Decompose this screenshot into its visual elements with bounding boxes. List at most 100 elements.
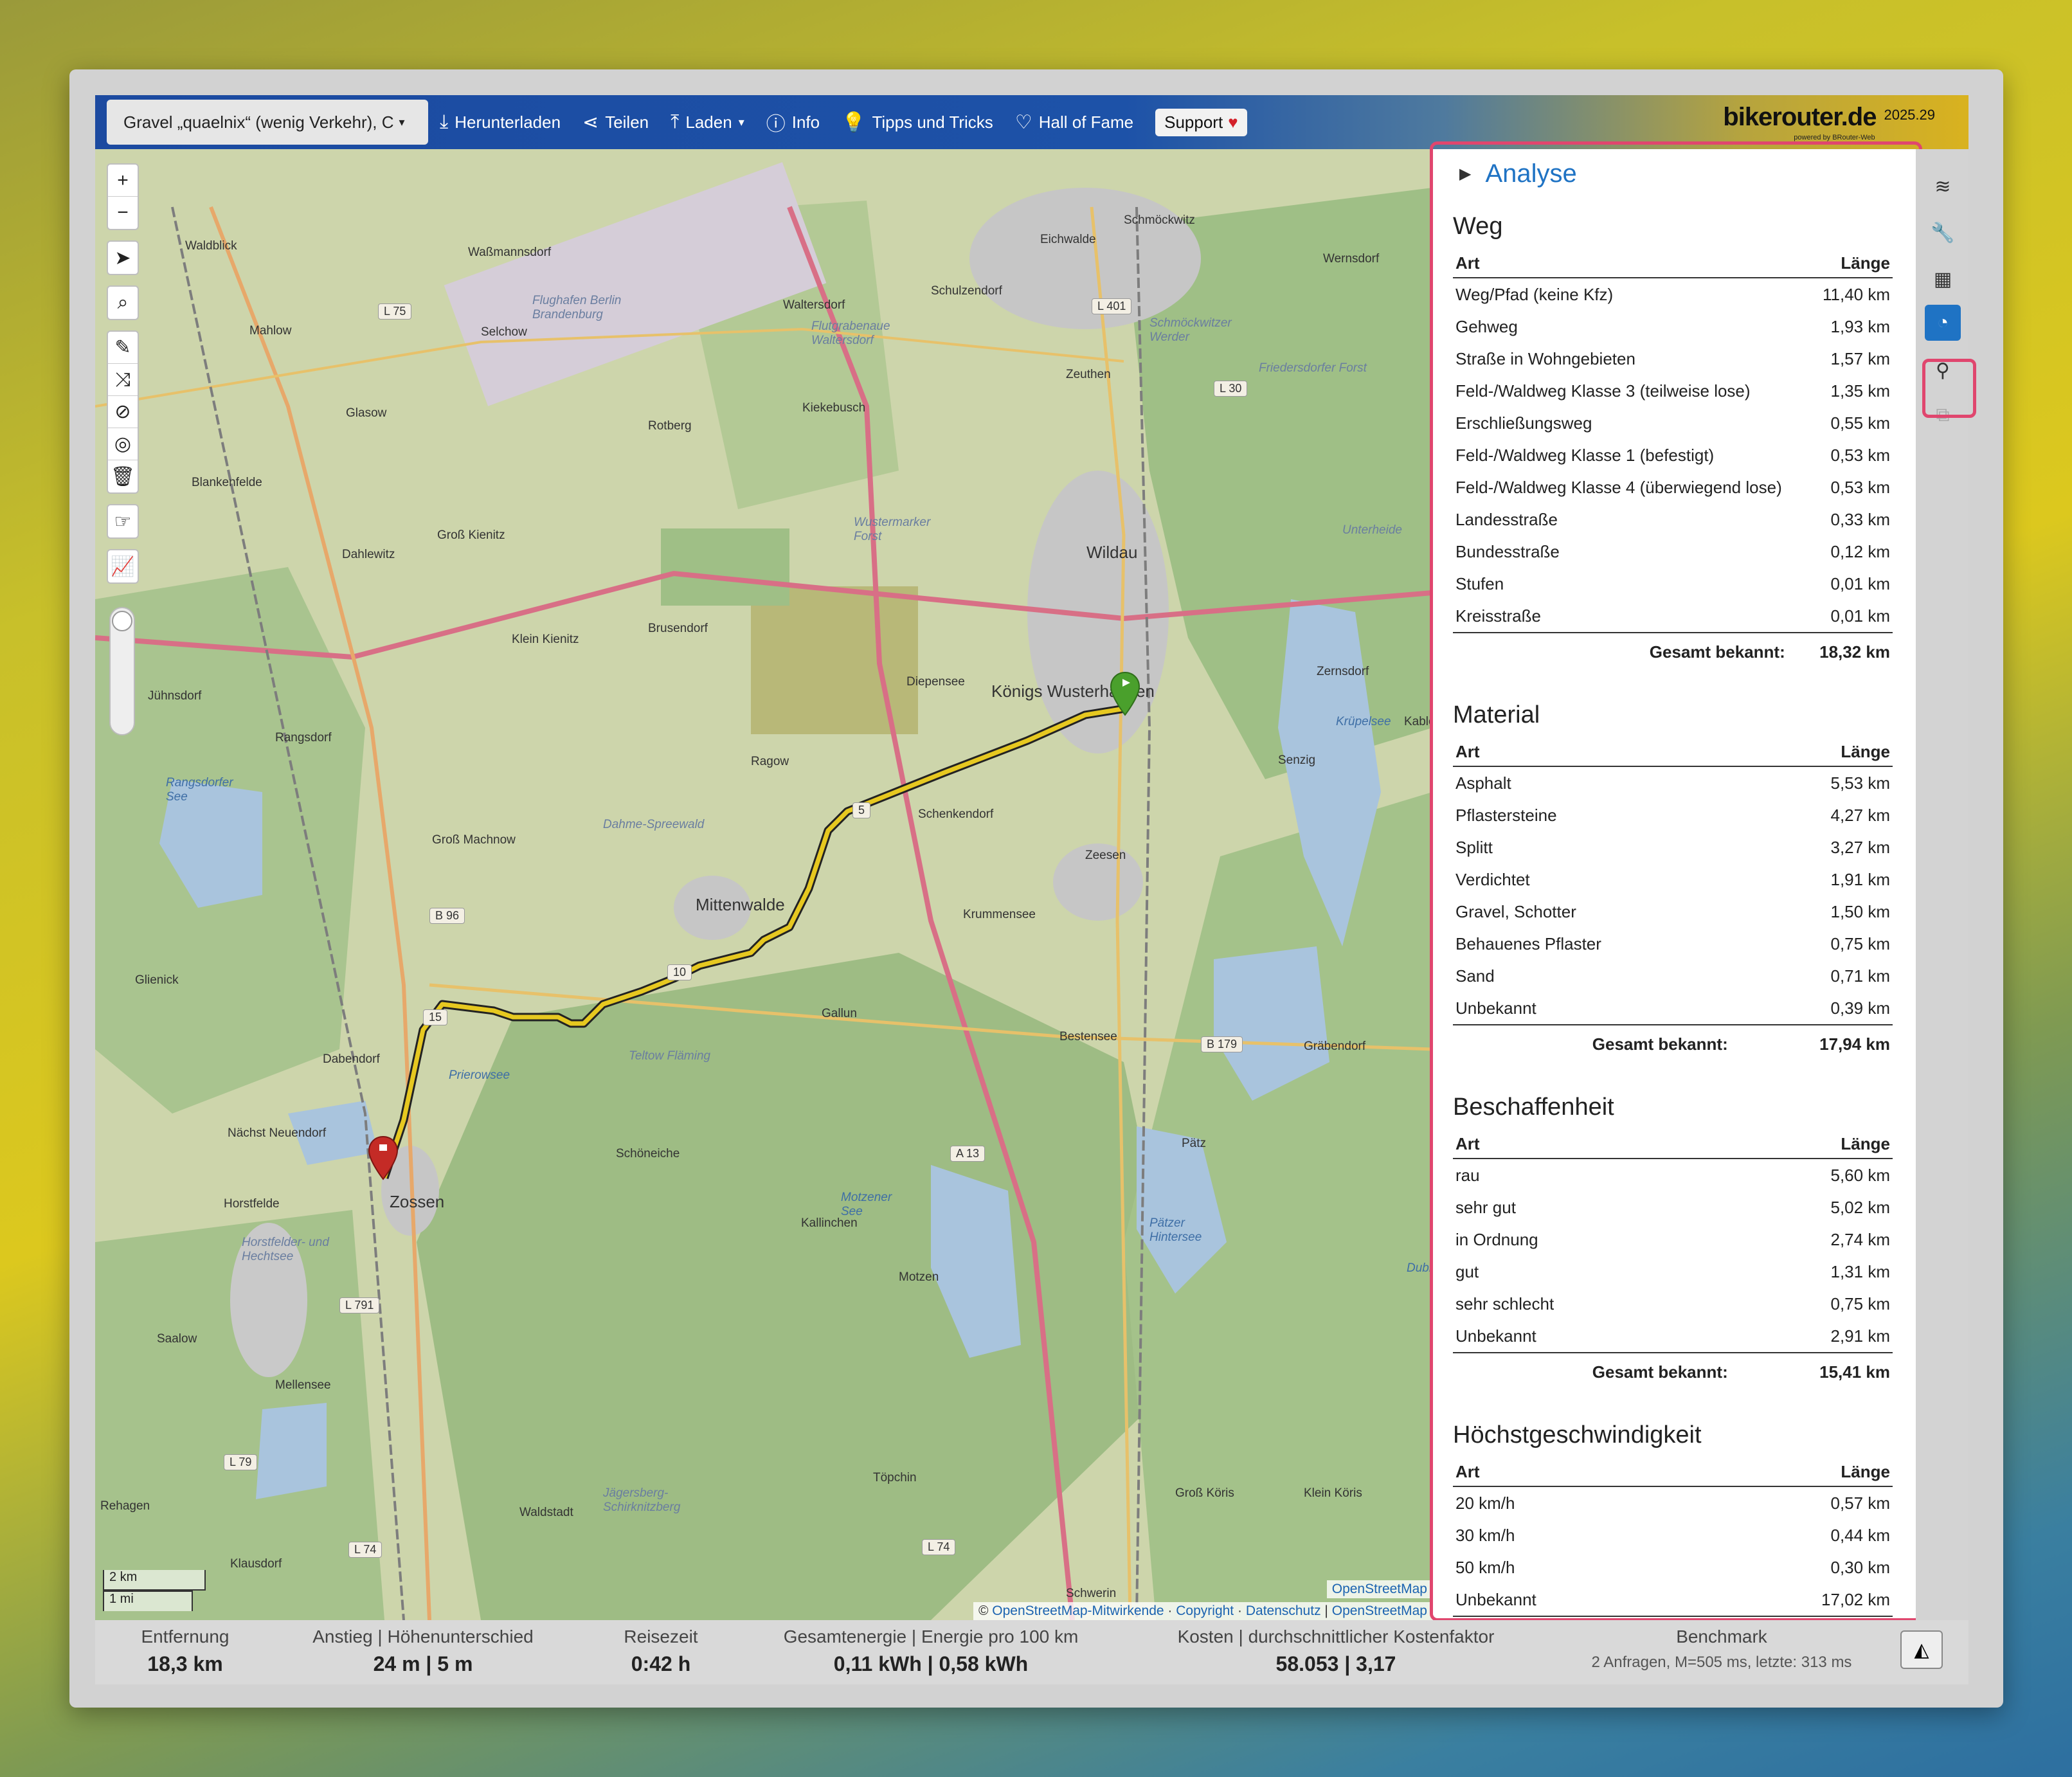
energy-label: Gesamtenergie | Energie pro 100 km xyxy=(783,1627,1079,1646)
load-button[interactable]: ⤒ Laden ▾ xyxy=(671,111,744,133)
row-length: 1,93 km xyxy=(1830,317,1891,336)
hand-pointer-icon[interactable]: ☞ xyxy=(108,505,138,537)
nogo-area-icon[interactable]: ⊘ xyxy=(108,396,138,428)
row-length: 0,55 km xyxy=(1830,413,1891,433)
energy-value: 0,11 kWh | 0,58 kWh xyxy=(833,1652,1029,1675)
layers-icon[interactable]: ≋ xyxy=(1925,168,1961,204)
column-header-type[interactable]: Art xyxy=(1453,738,1754,767)
draw-route-icon[interactable]: ✎ xyxy=(108,332,138,364)
column-header-length[interactable]: Länge xyxy=(1753,738,1893,767)
road-shield: 5 xyxy=(852,802,871,818)
row-type: sehr gut xyxy=(1455,1198,1516,1217)
pie-chart-icon[interactable]: ◔ xyxy=(1925,305,1961,341)
support-label: Support xyxy=(1164,112,1223,132)
analysis-panel: ▶ Analyse Weg Art Länge Weg/Pfad (keine Kfz… xyxy=(1432,149,1916,1620)
table-row[interactable]: Feld-/Waldweg Klasse 4 (überwiegend lose… xyxy=(1453,471,1893,503)
table-row[interactable]: sehr schlecht 0,75 km xyxy=(1453,1288,1893,1320)
download-button[interactable]: ⤓ Herunterladen xyxy=(440,111,561,133)
support-button[interactable]: Support ♥ xyxy=(1155,108,1247,136)
wrench-icon[interactable]: 🔧 xyxy=(1925,215,1961,251)
table-row[interactable]: Asphalt 5,53 km xyxy=(1453,766,1893,799)
distance-label: Entfernung xyxy=(141,1627,230,1646)
route-stats-footer: Entfernung 18,3 km Anstieg | Höhenunters… xyxy=(95,1620,1968,1684)
analysis-content: ▶ Analyse Weg Art Länge Weg/Pfad (keine Kfz… xyxy=(1432,149,1916,1620)
table-row[interactable]: Verdichtet 1,91 km xyxy=(1453,863,1893,896)
start-marker[interactable] xyxy=(1110,671,1140,716)
table-row[interactable]: rau 5,60 km xyxy=(1453,1159,1893,1191)
place-label: Schenkendorf xyxy=(918,807,994,821)
table-row[interactable]: Unbekannt 0,39 km xyxy=(1453,992,1893,1025)
osm-link[interactable]: OpenStreetMap xyxy=(1332,1603,1427,1618)
opacity-slider[interactable] xyxy=(109,607,135,735)
analysis-toggle[interactable]: ▶ Analyse xyxy=(1459,159,1893,188)
poi-icon[interactable]: ◎ xyxy=(108,428,138,460)
end-marker[interactable] xyxy=(368,1135,399,1180)
table-row[interactable]: Feld-/Waldweg Klasse 1 (befestigt) 0,53 k… xyxy=(1453,439,1893,471)
table-row[interactable]: Weg/Pfad (keine Kfz) 11,40 km xyxy=(1453,278,1893,311)
search-icon[interactable]: ⌕ xyxy=(108,287,138,319)
table-row[interactable]: Unbekannt 17,02 km xyxy=(1453,1583,1893,1616)
place-label: Mellensee xyxy=(275,1378,331,1392)
table-row[interactable]: 20 km/h 0,57 km xyxy=(1453,1486,1893,1519)
reverse-route-icon[interactable]: ⤨ xyxy=(108,364,138,396)
table-row[interactable]: Straße in Wohngebieten 1,57 km xyxy=(1453,343,1893,375)
table-row[interactable]: gut 1,31 km xyxy=(1453,1256,1893,1288)
column-header-length[interactable]: Länge xyxy=(1756,1458,1893,1487)
map-view[interactable]: Waldblick Waßmannsdorf Schmöckwitz Eichw… xyxy=(95,149,1432,1620)
column-header-type[interactable]: Art xyxy=(1453,1130,1754,1159)
table-row[interactable]: Pflastersteine 4,27 km xyxy=(1453,799,1893,831)
table-icon[interactable]: ▦ xyxy=(1925,261,1961,297)
column-header-length[interactable]: Länge xyxy=(1810,249,1893,278)
road-shield: L 401 xyxy=(1092,298,1132,314)
table-row[interactable]: Bundesstraße 0,12 km xyxy=(1453,536,1893,568)
elevation-chart-icon[interactable]: 📈 xyxy=(108,550,138,582)
table-row[interactable]: Gehweg 1,93 km xyxy=(1453,311,1893,343)
column-header-length[interactable]: Länge xyxy=(1753,1130,1893,1159)
table-row[interactable]: 30 km/h 0,44 km xyxy=(1453,1519,1893,1551)
table-row[interactable]: Gravel, Schotter 1,50 km xyxy=(1453,896,1893,928)
zoom-in-button[interactable]: + xyxy=(108,165,138,197)
locate-icon[interactable]: ➤ xyxy=(108,242,138,274)
elevation-profile-button[interactable]: ◭ xyxy=(1900,1630,1943,1669)
hall-of-fame-button[interactable]: ♡ Hall of Fame xyxy=(1015,111,1133,134)
table-row[interactable]: Landesstraße 0,33 km xyxy=(1453,503,1893,536)
table-row[interactable]: sehr gut 5,02 km xyxy=(1453,1191,1893,1223)
profile-select[interactable]: Gravel „quaelnix“ (wenig Verkehr), C ▾ xyxy=(107,100,428,145)
table-row[interactable]: Unbekannt 2,91 km xyxy=(1453,1320,1893,1353)
share-button[interactable]: ⋖ Teilen xyxy=(582,111,649,134)
table-row[interactable]: in Ordnung 2,74 km xyxy=(1453,1223,1893,1256)
place-label: Unterheide xyxy=(1342,523,1402,537)
stats-table: Art Länge rau 5,60 km sehr gut 5,02 km in Ordn… xyxy=(1453,1130,1893,1388)
place-label: Glasow xyxy=(346,406,387,420)
table-row[interactable]: Kreisstraße 0,01 km xyxy=(1453,600,1893,633)
table-row[interactable]: Splitt 3,27 km xyxy=(1453,831,1893,863)
osm-contributors-link[interactable]: OpenStreetMap-Mitwirkende xyxy=(992,1603,1164,1618)
column-header-type[interactable]: Art xyxy=(1453,1458,1756,1487)
place-label: Nächst Neuendorf xyxy=(228,1126,327,1140)
copyright-link[interactable]: Copyright xyxy=(1176,1603,1234,1618)
table-row[interactable]: Behauenes Pflaster 0,75 km xyxy=(1453,928,1893,960)
brand-logo[interactable]: bikerouter.de powered by BRouter-Web 202… xyxy=(1723,103,1935,141)
place-label: Schmöckwitzer Werder xyxy=(1149,316,1232,344)
time-label: Reisezeit xyxy=(624,1627,698,1646)
delete-route-icon[interactable]: 🗑 xyxy=(108,460,138,492)
table-row[interactable]: Feld-/Waldweg Klasse 3 (teilweise lose) 1… xyxy=(1453,375,1893,407)
info-button[interactable]: ⓘ Info xyxy=(766,108,820,136)
privacy-link[interactable]: Datenschutz xyxy=(1246,1603,1321,1618)
table-row[interactable]: 50 km/h 0,30 km xyxy=(1453,1551,1893,1583)
place-label: Schöneiche xyxy=(616,1147,680,1160)
table-row[interactable]: Erschließungsweg 0,55 km xyxy=(1453,407,1893,439)
table-row[interactable]: Sand 0,71 km xyxy=(1453,960,1893,992)
analysis-title: Analyse xyxy=(1485,159,1577,188)
slider-knob[interactable] xyxy=(112,611,132,631)
copyright-symbol: © xyxy=(978,1603,989,1618)
place-label: Groß Kienitz xyxy=(437,528,505,542)
town-area xyxy=(969,188,1201,329)
row-length: 0,53 km xyxy=(1830,478,1891,497)
tips-button[interactable]: 💡 Tipps und Tricks xyxy=(842,111,993,134)
osm-label[interactable]: OpenStreetMap xyxy=(1326,1580,1432,1598)
total-row: Gesamt bekannt: 17,94 km xyxy=(1453,1024,1893,1060)
table-row[interactable]: Stufen 0,01 km xyxy=(1453,568,1893,600)
zoom-out-button[interactable]: − xyxy=(108,197,138,229)
column-header-type[interactable]: Art xyxy=(1453,249,1811,278)
